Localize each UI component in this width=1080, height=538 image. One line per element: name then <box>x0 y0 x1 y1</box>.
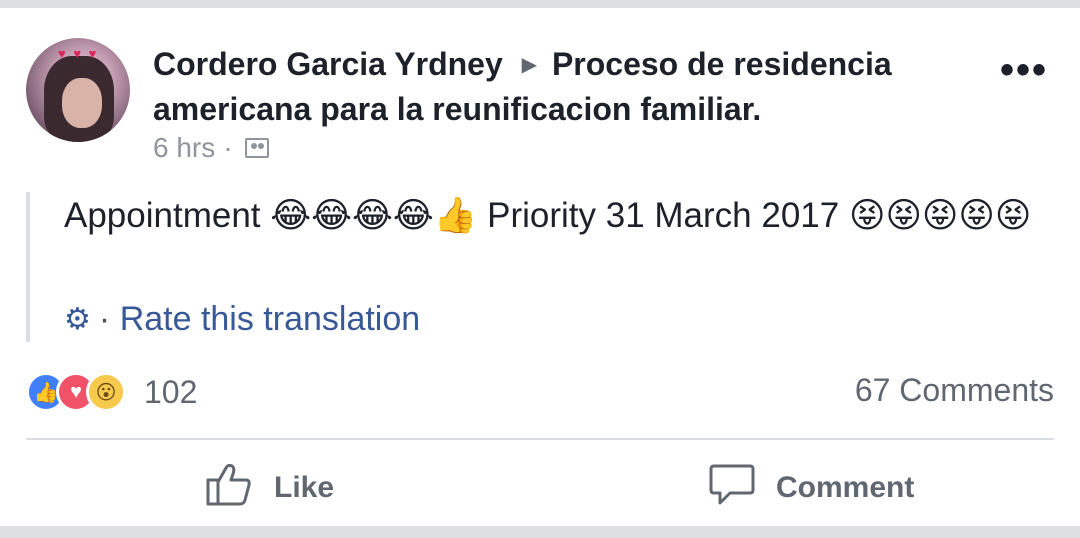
more-dots-icon[interactable]: ••• <box>1000 48 1048 93</box>
thumbs-up-icon <box>204 460 254 516</box>
speech-bubble-icon <box>708 460 756 516</box>
like-label: Like <box>274 471 335 504</box>
author-avatar[interactable]: ♥ ♥ ♥ <box>26 38 130 142</box>
meta-separator: · <box>223 132 233 163</box>
translate-separator: · <box>98 300 120 338</box>
comments-count[interactable]: 67 Comments <box>855 372 1054 409</box>
actions-divider <box>26 438 1054 440</box>
post-time[interactable]: 6 hrs <box>153 132 215 164</box>
comment-button[interactable]: Comment <box>708 460 914 516</box>
avatar-hearts-icon: ♥ ♥ ♥ <box>58 46 99 61</box>
like-button[interactable]: Like <box>204 460 334 516</box>
reactions-summary[interactable]: 👍 ♥ 😮 102 <box>26 372 197 412</box>
rate-translation-link[interactable]: Rate this translation <box>120 300 421 339</box>
post-meta: 6 hrs · <box>153 132 269 164</box>
quote-bar <box>26 192 30 342</box>
arrow-right-icon: ▶ <box>521 54 538 76</box>
gear-icon[interactable]: ⚙ <box>64 302 91 337</box>
author-name[interactable]: Cordero Garcia Yrdney <box>153 46 503 82</box>
comment-label: Comment <box>776 471 915 504</box>
wow-reaction-icon: 😮 <box>86 372 126 412</box>
reaction-count: 102 <box>144 373 198 410</box>
avatar-face <box>62 78 102 128</box>
translation-row: ⚙ · Rate this translation <box>64 300 420 339</box>
people-icon <box>244 138 269 158</box>
post-header: Cordero Garcia Yrdney ▶ Proceso de resid… <box>153 42 953 131</box>
post-text: Appointment 😂😂😂😂👍 Priority 31 March 2017… <box>64 196 1032 235</box>
post-card: ♥ ♥ ♥ Cordero Garcia Yrdney ▶ Proceso de… <box>0 8 1080 526</box>
feed-separator <box>0 526 1080 538</box>
